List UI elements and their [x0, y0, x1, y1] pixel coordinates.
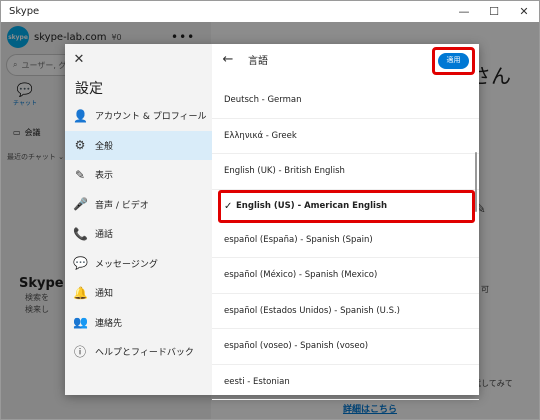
sidebar-item-label: 全般 — [95, 141, 114, 152]
language-option-label: Ελληνικά - Greek — [224, 130, 297, 141]
sidebar-item[interactable]: ✎ 表示 — [65, 160, 212, 190]
language-option-label: Deutsch - German — [224, 95, 302, 106]
sidebar-item[interactable]: ⚙ 全般 — [65, 130, 212, 160]
sidebar-item[interactable]: ⓘ ヘルプとフィードバック — [65, 337, 212, 367]
language-option-selected[interactable]: ✓ English (US) - American English — [218, 189, 475, 223]
sidebar-item-label: ヘルプとフィードバック — [95, 348, 194, 359]
sidebar-item-label: 連絡先 — [95, 318, 123, 329]
sidebar-item-label: メッセージング — [95, 259, 158, 270]
bell-icon: 🔔 — [73, 285, 88, 300]
sidebar-item-label: 通知 — [95, 289, 114, 300]
title-bar: Skype — ☐ ✕ — [1, 1, 539, 22]
magic-wand-icon: ✎ — [74, 167, 86, 182]
language-option-label: eesti - Estonian — [224, 376, 290, 387]
window-title: Skype — [9, 6, 40, 17]
back-arrow-icon[interactable]: ← — [216, 52, 240, 67]
language-option-label: español (España) - Spanish (Spain) — [224, 234, 373, 245]
sidebar-item[interactable]: 🎤 音声 / ビデオ — [65, 190, 212, 220]
skype-app: skype skype-lab.com ¥0 ••• ⌕ ユーザー, グル 💬 … — [1, 22, 539, 419]
language-option-label: English (US) - American English — [236, 201, 388, 211]
person-icon: 👤 — [73, 108, 88, 123]
settings-nav: 👤 アカウント & プロフィール ⚙ 全般 ✎ 表示 🎤 音声 / ビデオ 📞 通話 💬 メッセージン… — [65, 101, 212, 367]
settings-dialog: ✕ 設定 👤 アカウント & プロフィール ⚙ 全般 ✎ 表示 🎤 音声 / ビデオ 📞 通話 💬 メ… — [65, 44, 479, 400]
language-option-label: español (voseo) - Spanish (voseo) — [224, 341, 369, 352]
phone-icon: 📞 — [73, 226, 88, 241]
minimize-button[interactable]: — — [449, 1, 479, 22]
info-icon: ⓘ — [73, 345, 86, 360]
apply-highlight: 適用 — [432, 47, 475, 75]
maximize-button[interactable]: ☐ — [479, 1, 509, 22]
settings-title: 設定 — [75, 81, 103, 97]
settings-sidebar: ✕ 設定 👤 アカウント & プロフィール ⚙ 全般 ✎ 表示 🎤 音声 / ビデオ 📞 通話 💬 メ… — [65, 44, 212, 395]
language-option-label: español (México) - Spanish (Mexico) — [224, 270, 378, 281]
language-option[interactable]: español (Estados Unidos) - Spanish (U.S.… — [212, 294, 479, 329]
microphone-icon: 🎤 — [73, 197, 88, 212]
language-list: Deutsch - German Ελληνικά - Greek English … — [212, 83, 479, 400]
sidebar-item-label: 音声 / ビデオ — [95, 200, 149, 211]
gear-icon: ⚙ — [74, 138, 86, 153]
contacts-icon: 👥 — [73, 315, 88, 330]
close-icon[interactable]: ✕ — [71, 52, 87, 68]
sidebar-item-label: 通話 — [95, 230, 114, 241]
language-option-label: English (UK) - British English — [224, 166, 345, 177]
language-option-label: español (Estados Unidos) - Spanish (U.S.… — [224, 305, 400, 316]
sidebar-item[interactable]: 📞 通話 — [65, 219, 212, 249]
checkmark-icon: ✓ — [224, 200, 233, 212]
sidebar-item-label: アカウント & プロフィール — [95, 112, 207, 123]
language-option[interactable]: English (UK) - British English — [212, 154, 479, 190]
language-panel: ← 言語 適用 Deutsch - German Ελληνικά - Greek… — [212, 44, 479, 400]
message-icon: 💬 — [73, 256, 88, 271]
language-option[interactable]: español (voseo) - Spanish (voseo) — [212, 329, 479, 365]
language-option[interactable]: español (México) - Spanish (Mexico) — [212, 258, 479, 294]
language-option[interactable]: eesti - Estonian — [212, 365, 479, 400]
skype-window: Skype — ☐ ✕ skype skype-lab.com ¥0 ••• ⌕… — [0, 0, 540, 420]
sidebar-item[interactable]: 👤 アカウント & プロフィール — [65, 101, 212, 131]
sidebar-item[interactable]: 👥 連絡先 — [65, 308, 212, 338]
sidebar-item[interactable]: 💬 メッセージング — [65, 249, 212, 279]
language-option[interactable]: Deutsch - German — [212, 83, 479, 119]
sidebar-item-label: 表示 — [95, 171, 114, 182]
language-title: 言語 — [248, 55, 268, 67]
language-option[interactable]: español (España) - Spanish (Spain) — [212, 223, 479, 258]
close-window-button[interactable]: ✕ — [509, 1, 539, 22]
language-option[interactable]: Ελληνικά - Greek — [212, 119, 479, 154]
sidebar-item[interactable]: 🔔 通知 — [65, 278, 212, 308]
scrollbar[interactable] — [475, 152, 477, 212]
apply-button[interactable]: 適用 — [438, 53, 469, 69]
